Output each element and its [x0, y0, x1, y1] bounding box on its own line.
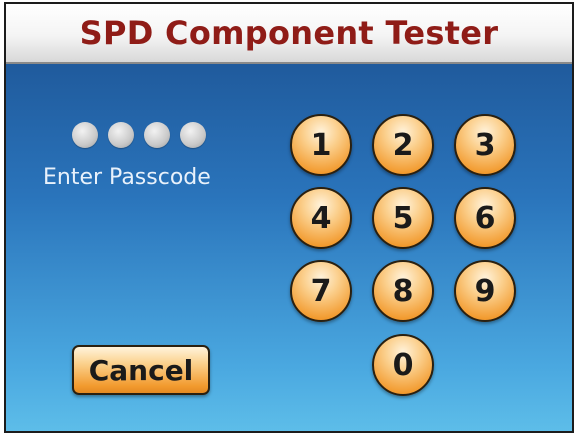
cancel-button[interactable]: Cancel: [72, 345, 210, 395]
key-3[interactable]: 3: [454, 114, 516, 176]
passcode-dot-3: [144, 122, 170, 148]
key-2[interactable]: 2: [372, 114, 434, 176]
passcode-dot-4: [180, 122, 206, 148]
passcode-prompt: Enter Passcode: [43, 165, 211, 190]
key-5[interactable]: 5: [372, 187, 434, 249]
passcode-dot-2: [108, 122, 134, 148]
passcode-indicator: [72, 122, 206, 148]
key-0[interactable]: 0: [372, 334, 434, 396]
key-8[interactable]: 8: [372, 260, 434, 322]
key-9[interactable]: 9: [454, 260, 516, 322]
key-7[interactable]: 7: [290, 260, 352, 322]
tester-screen: SPD Component Tester Enter Passcode 1 2 …: [4, 2, 574, 433]
key-4[interactable]: 4: [290, 187, 352, 249]
key-6[interactable]: 6: [454, 187, 516, 249]
passcode-dot-1: [72, 122, 98, 148]
app-title: SPD Component Tester: [79, 14, 499, 52]
title-bar: SPD Component Tester: [6, 4, 572, 64]
key-1[interactable]: 1: [290, 114, 352, 176]
